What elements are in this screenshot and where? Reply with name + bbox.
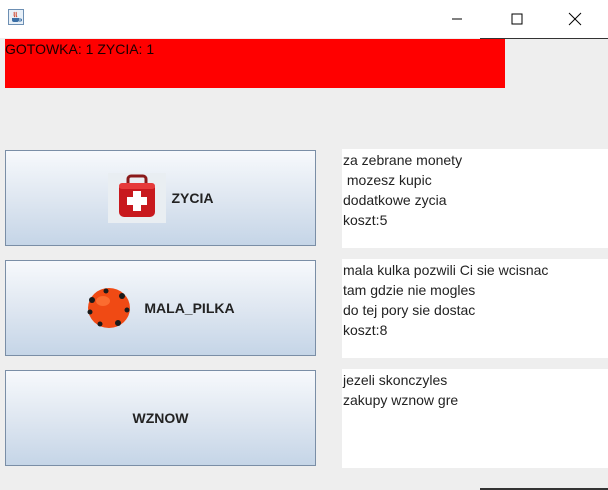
description-line: koszt:8: [343, 322, 388, 338]
buy-small-ball-button[interactable]: MALA_PILKA: [5, 260, 316, 356]
description-line: koszt:5: [343, 212, 388, 228]
status-panel: GOTOWKA: 1 ZYCIA: 1: [5, 39, 505, 88]
minimize-button[interactable]: [434, 0, 480, 38]
lives-description: za zebrane monety mozesz kupic dodatkowe…: [342, 149, 608, 248]
maximize-icon: [511, 13, 523, 25]
buy-small-ball-label: MALA_PILKA: [144, 300, 235, 316]
description-line: zakupy wznow gre: [343, 392, 459, 408]
description-line: dodatkowe zycia: [343, 192, 447, 208]
maximize-button[interactable]: [494, 0, 540, 38]
resume-game-button[interactable]: WZNOW: [5, 370, 316, 466]
resume-description: jezeli skonczyles zakupy wznow gre: [342, 369, 608, 468]
description-line: do tej pory sie dostac: [343, 302, 476, 318]
minimize-icon: [452, 18, 462, 20]
title-bar: [0, 0, 608, 38]
status-text: GOTOWKA: 1 ZYCIA: 1: [5, 41, 155, 57]
description-line: mala kulka pozwili Ci sie wcisnac: [343, 262, 549, 278]
buy-lives-button[interactable]: ZYCIA: [5, 150, 316, 246]
resume-game-label: WZNOW: [132, 410, 189, 426]
description-line: jezeli skonczyles: [343, 372, 448, 388]
close-button[interactable]: [552, 0, 598, 38]
buy-lives-label: ZYCIA: [171, 190, 214, 206]
first-aid-kit-icon: [107, 173, 166, 223]
close-icon: [568, 12, 582, 26]
java-app-icon: [8, 9, 24, 25]
description-line: tam gdzie nie mogles: [343, 282, 476, 298]
description-line: za zebrane monety: [343, 152, 463, 168]
red-ball-icon: [87, 288, 131, 328]
small-ball-description: mala kulka pozwili Ci sie wcisnac tam gd…: [342, 259, 608, 358]
description-line: mozesz kupic: [343, 172, 432, 188]
